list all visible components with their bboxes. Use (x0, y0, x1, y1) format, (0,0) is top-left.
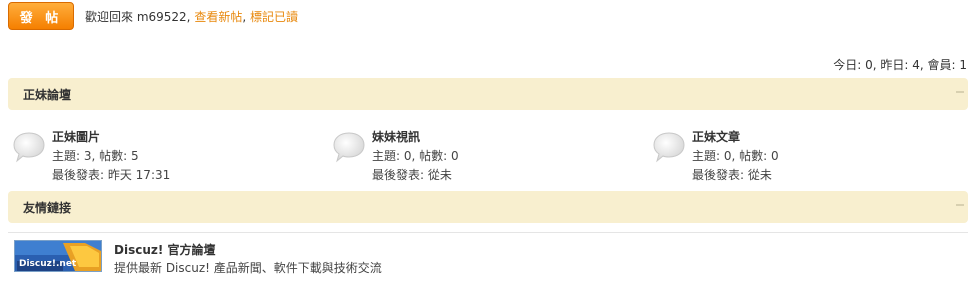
section-title[interactable]: 友情鏈接 (23, 199, 71, 216)
section-title[interactable]: 正妹論壇 (23, 86, 71, 103)
link-description: 提供最新 Discuz! 產品新聞、軟件下載與技術交流 (114, 261, 382, 275)
forum-name[interactable]: 正妹文章 (692, 128, 779, 147)
site-stats: 今日: 0, 昨日: 4, 會員: 1 (833, 58, 967, 72)
forum-stats: 主題: 3, 帖數: 5 (52, 149, 139, 163)
forum-name[interactable]: 妹妹視訊 (372, 128, 459, 147)
forum-stats: 主題: 0, 帖數: 0 (692, 149, 779, 163)
links-section-header: 友情鏈接 (8, 191, 968, 223)
welcome-text: 歡迎回來 m69522, (85, 10, 191, 24)
speech-bubble-icon (333, 132, 365, 163)
mark-read-link[interactable]: 標記已讀 (250, 10, 298, 24)
forum-name[interactable]: 正妹圖片 (52, 128, 170, 147)
forum-last-post: 最後發表: 從未 (372, 168, 452, 182)
forum-stats: 主題: 0, 帖數: 0 (372, 149, 459, 163)
forum-section-header: 正妹論壇 (8, 78, 968, 110)
new-post-button[interactable]: 發 帖 (8, 2, 74, 30)
welcome-bar: 歡迎回來 m69522, 查看新帖, 標記已讀 (85, 8, 298, 25)
logo-text: Discuz!.net (19, 259, 77, 269)
minus-icon[interactable] (956, 91, 964, 93)
speech-bubble-icon (13, 132, 45, 163)
discuz-logo[interactable]: Discuz!.net (14, 240, 102, 272)
minus-icon[interactable] (956, 204, 964, 206)
forum-last-post: 最後發表: 從未 (692, 168, 772, 182)
forum-last-post: 最後發表: 昨天 17:31 (52, 168, 171, 182)
speech-bubble-icon (653, 132, 685, 163)
divider (8, 232, 968, 233)
separator-comma: , (242, 10, 247, 24)
view-new-posts-link[interactable]: 查看新帖 (194, 10, 242, 24)
link-name[interactable]: Discuz! 官方論壇 (114, 241, 216, 258)
